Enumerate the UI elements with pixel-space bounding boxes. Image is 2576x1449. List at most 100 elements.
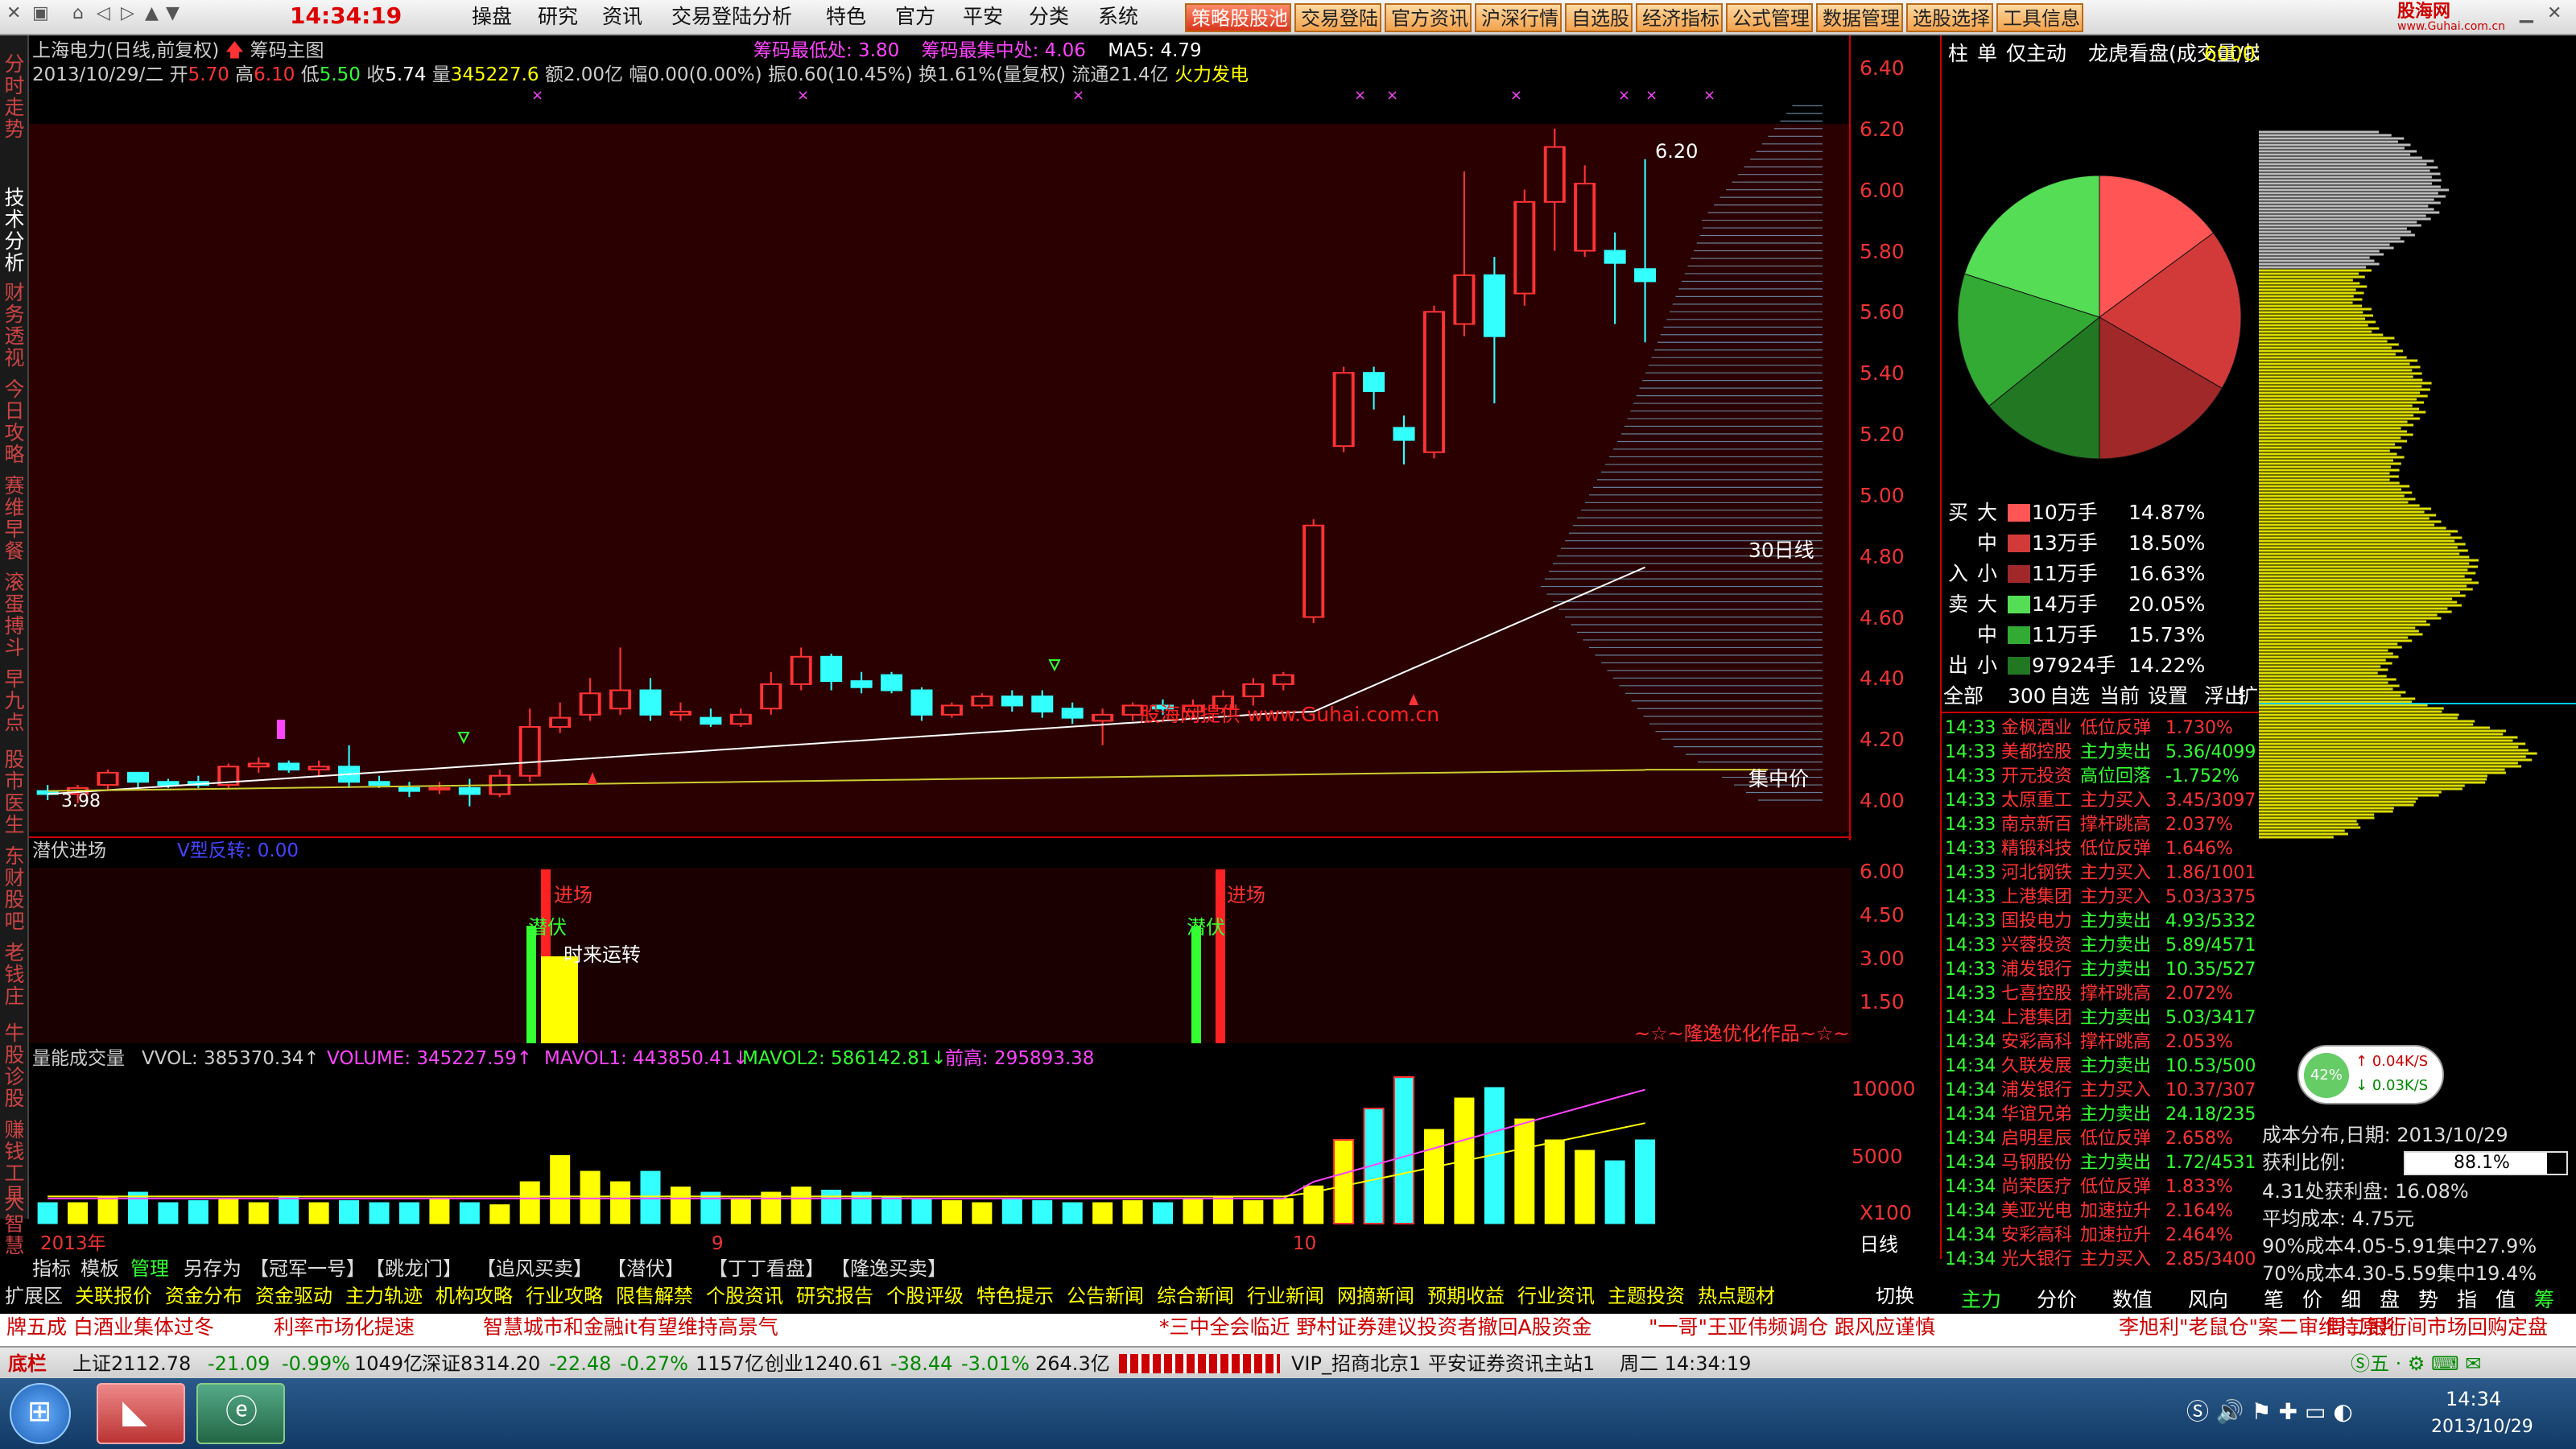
extension-tab[interactable]: 研究报告 [796,1286,873,1306]
menu-item[interactable]: 操盘 [472,6,512,27]
menu-item[interactable]: 系统 [1098,6,1138,27]
up-icon[interactable]: ▲ [145,5,159,23]
chip-tab[interactable]: 指 [2457,1290,2477,1310]
right-bottom-tab[interactable]: 风向 [2188,1290,2228,1310]
template-tab[interactable]: 【隆逸买卖】 [831,1259,947,1278]
tape-row[interactable]: 14:34 光大银行 主力买入 2.85/3400 [1942,1249,2260,1272]
server-name[interactable]: VIP_招商北京1 [1291,1354,1421,1373]
menu-item[interactable]: 交易登陆分析 [671,6,792,27]
left-tab[interactable]: 今日攻略 [2,378,27,465]
extension-tab[interactable]: 关联报价 [75,1286,152,1306]
menu-item[interactable]: 分类 [1029,6,1069,27]
minimize-icon[interactable]: ▁ [2520,5,2533,23]
sz-index[interactable]: 深证8314.20 [422,1354,540,1373]
left-tab[interactable]: 老钱庄 [2,942,27,1007]
down-icon[interactable]: ▼ [166,5,180,23]
left-tab[interactable]: 股市医生 [2,749,27,836]
tape-row[interactable]: 14:33 兴蓉投资 主力卖出 5.89/4571 [1942,935,2260,958]
extension-tab[interactable]: 行业资讯 [1517,1286,1595,1306]
tape-filter-tab[interactable]: 设置 [2148,686,2188,706]
function-button[interactable]: 策略股股池 [1185,3,1291,32]
tape-row[interactable]: 14:34 安彩高科 撑杆跳高 2.053% [1942,1032,2260,1055]
indicator2-chart[interactable]: 进场 进场潜伏 潜伏时来运转 ~☆~隆逸优化作品~☆~ [29,840,1852,1043]
extension-tab[interactable]: 主题投资 [1608,1286,1685,1306]
chip-tab[interactable]: 值 [2496,1290,2516,1310]
tape-row[interactable]: 14:34 久联发展 主力卖出 10.53/500 [1942,1056,2260,1079]
close-icon[interactable]: ✕ [6,5,21,23]
extension-tab[interactable]: 资金分布 [165,1286,242,1306]
chip-tab[interactable]: 盘 [2380,1290,2400,1310]
extension-tab[interactable]: 扩展区 [5,1286,63,1306]
function-button[interactable]: 工具信息 [1996,3,2083,32]
switch-button[interactable]: 切换 [1876,1286,1914,1306]
function-button[interactable]: 交易登陆 [1294,3,1381,32]
tape-filter-tab[interactable]: 当前 [2099,686,2140,706]
left-tab[interactable]: 牛股诊股 [2,1022,27,1109]
left-tab[interactable]: 滚蛋搏斗 [2,572,27,658]
app-menu-icon[interactable]: ▣ [32,5,49,23]
taskbar-app-dzh[interactable]: ◣ [97,1383,185,1444]
news-item[interactable]: "一哥"王亚伟频调仓 跟风应谨慎 [1649,1317,1935,1337]
template-tab[interactable]: 模板 [80,1259,119,1278]
menu-item[interactable]: 官方 [895,6,935,27]
template-tab[interactable]: 【冠军一号】 [250,1259,365,1278]
template-tab[interactable]: 【追风买卖】 [477,1259,592,1278]
chip-tab[interactable]: 势 [2418,1290,2438,1310]
back-icon[interactable]: ◁ [97,5,110,23]
tape-row[interactable]: 14:33 南京新百 撑杆跳高 2.037% [1942,815,2260,837]
news-item[interactable]: 利率市场化提速 [274,1317,415,1337]
tape-row[interactable]: 14:34 马钢股份 主力卖出 1.72/4531 [1942,1153,2260,1175]
extension-tab[interactable]: 公告新闻 [1067,1286,1144,1306]
template-tab[interactable]: 指标 [32,1259,71,1278]
tape-row[interactable]: 14:33 国投电力 主力卖出 4.93/5332 [1942,911,2260,934]
chip-tab[interactable]: 筹 [2534,1290,2554,1310]
news-item[interactable]: 牌五成 白酒业集体过冬 [6,1317,214,1337]
cy-index[interactable]: 创业1240.61 [765,1354,883,1373]
tape-row[interactable]: 14:33 七喜控股 撑杆跳高 2.072% [1942,984,2260,1006]
right-bottom-tab[interactable]: 分价 [2037,1290,2077,1310]
taskbar-time[interactable]: 14:34 [2446,1389,2501,1409]
function-button[interactable]: 选股选择 [1906,3,1993,32]
tape-row[interactable]: 14:33 太原重工 主力买入 3.45/3097 [1942,791,2260,813]
tape-row[interactable]: 14:33 浦发银行 主力卖出 10.35/527 [1942,960,2260,982]
left-tab[interactable]: 东财股吧 [2,845,27,932]
tape-row[interactable]: 14:33 开元投资 高位回落 -1.752% [1942,766,2260,789]
template-tab[interactable]: 管理 [130,1259,169,1278]
left-tab[interactable]: 早九点 [2,668,27,733]
chip-tab[interactable]: 价 [2302,1290,2322,1310]
function-button[interactable]: 数据管理 [1816,3,1903,32]
tape-row[interactable]: 14:34 启明星辰 低位反弹 2.658% [1942,1129,2260,1151]
left-tab[interactable]: 大智慧 [2,1191,27,1257]
left-tab[interactable]: 分时走势 [2,53,27,140]
news-ticker[interactable]: 牌五成 白酒业集体过冬 利率市场化提速 智慧城市和金融it有望维持高景气 *三中全会临… [0,1314,2576,1346]
template-tab[interactable]: 【潜伏】 [607,1259,684,1278]
sh-index[interactable]: 上证2112.78 [72,1354,191,1373]
forward-icon[interactable]: ▷ [121,5,134,23]
extension-tab[interactable]: 热点题材 [1698,1286,1775,1306]
kline-chart[interactable]: 6.20 3.98 30日线集中价 股海网提供 www.Guhai.com.cn × × ×… [29,35,1852,840]
tape-filter-tab[interactable]: 全部 [1943,686,1984,706]
tape-row[interactable]: 14:33 精锻科技 低位反弹 1.646% [1942,839,2260,861]
extension-tab[interactable]: 行业攻略 [526,1286,603,1306]
taskbar-date[interactable]: 2013/10/29 [2431,1418,2533,1436]
tape-row[interactable]: 14:33 金枫酒业 低位反弹 1.730% [1942,718,2260,741]
timeframe-label[interactable]: 日线 [1860,1235,1898,1254]
function-button[interactable]: 经济指标 [1636,3,1723,32]
right-panel-tab[interactable]: 单 [1977,43,1997,64]
right-panel-tab[interactable]: 仅主动 [2006,43,2066,64]
news-item[interactable]: *三中全会临近 野村证券建议投资者撤回A股资金 [1159,1317,1592,1337]
tape-row[interactable]: 14:34 安彩高科 加速拉升 2.464% [1942,1225,2260,1248]
right-bottom-tab[interactable]: 主力 [1961,1290,2001,1310]
chip-tab[interactable]: 笔 [2264,1290,2284,1310]
menu-item[interactable]: 特色 [826,6,866,27]
left-tab[interactable]: 财务透视 [2,282,27,369]
news-item[interactable]: 周二银行间市场回购定盘 [2326,1317,2548,1337]
stock-name[interactable]: 上海电力(日线,前复权) [32,40,219,61]
tape-row[interactable]: 14:34 上港集团 主力卖出 5.03/3417 [1942,1008,2260,1030]
extension-tab[interactable]: 个股评级 [886,1286,964,1306]
chip-tab[interactable]: 细 [2341,1290,2361,1310]
extension-tab[interactable]: 特色提示 [976,1286,1054,1306]
extension-tab[interactable]: 限售解禁 [616,1286,693,1306]
template-tab[interactable]: 【丁丁看盘】 [708,1259,824,1278]
function-button[interactable]: 官方资讯 [1385,3,1472,32]
